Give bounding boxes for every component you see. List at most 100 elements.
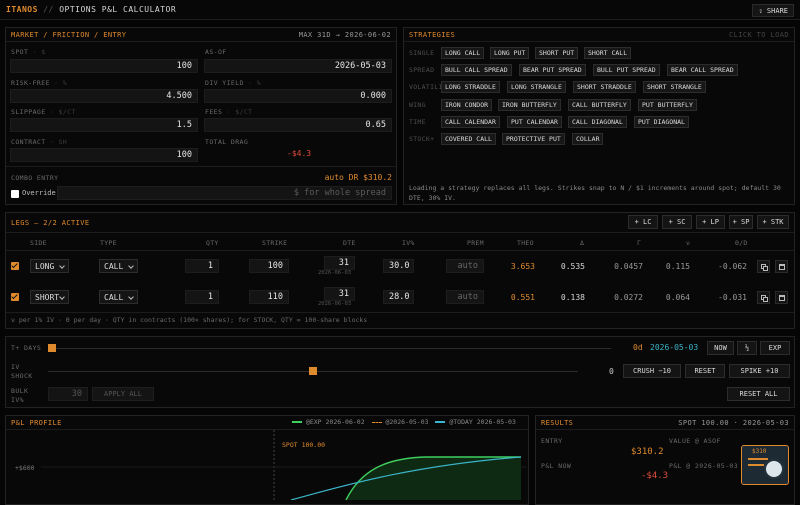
col-gamma: Γ <box>637 239 642 247</box>
results-widget-icon[interactable]: $310 <box>741 445 789 485</box>
half-button[interactable]: ½ <box>737 341 757 355</box>
strategy-chip[interactable]: CALL CALENDAR <box>441 116 500 128</box>
delete-leg-button[interactable] <box>775 291 788 304</box>
strategy-chip[interactable]: PUT DIAGONAL <box>634 116 689 128</box>
entry-label: ENTRY <box>541 437 563 445</box>
contract-input[interactable]: 100 <box>10 148 198 162</box>
reset-iv-button[interactable]: RESET <box>685 364 725 378</box>
copy-icon <box>763 297 768 302</box>
col-dte: DTE <box>343 239 356 247</box>
col-theo: THEO <box>517 239 534 247</box>
leg-side-select[interactable]: LONG <box>30 259 69 273</box>
override-input[interactable]: $ for whole spread <box>57 186 392 200</box>
combo-entry-value: auto DR $310.2 <box>324 173 392 182</box>
strategy-chip[interactable]: IRON BUTTERFLY <box>498 99 561 111</box>
legend-today: @TODAY 2026-05-03 <box>449 418 516 426</box>
days-slider-thumb[interactable] <box>48 344 56 352</box>
strategy-chip[interactable]: COLLAR <box>572 133 604 145</box>
leg-dte-input[interactable]: 31 <box>324 287 355 301</box>
strategy-chip[interactable]: PROTECTIVE PUT <box>502 133 565 145</box>
market-title: MARKET / FRICTION / ENTRY <box>11 31 127 39</box>
pnl-legend: @EXP 2026-06-02 @2026-05-03 @TODAY 2026-… <box>292 418 516 426</box>
apply-all-button[interactable]: APPLY ALL <box>92 387 154 401</box>
col-vega: ν <box>686 239 691 247</box>
col-strike: STRIKE <box>262 239 288 247</box>
leg-qty-input[interactable]: 1 <box>185 259 219 273</box>
strategy-chip[interactable]: BULL PUT SPREAD <box>593 64 660 76</box>
strategy-chip[interactable]: SHORT STRADDLE <box>573 81 636 93</box>
exp-button[interactable]: EXP <box>760 341 790 355</box>
results-spot: SPOT 100.00 · 2026-05-03 <box>678 419 789 427</box>
div-yield-input[interactable]: 0.000 <box>204 89 392 103</box>
bulk-iv-input[interactable]: 30 <box>48 387 88 401</box>
share-button[interactable]: ⇪ SHARE <box>752 4 794 17</box>
entry-value: $310.2 <box>631 447 664 457</box>
strategy-chip[interactable]: BULL CALL SPREAD <box>441 64 512 76</box>
add-leg-button[interactable]: + STK <box>757 215 789 229</box>
strategy-chip[interactable]: COVERED CALL <box>441 133 496 145</box>
strategy-chip[interactable]: CALL BUTTERFLY <box>568 99 631 111</box>
strategy-chip[interactable]: LONG STRADDLE <box>441 81 500 93</box>
leg-expiry-date: 2026-06-03 <box>318 270 352 276</box>
now-button[interactable]: NOW <box>707 341 734 355</box>
bulk-iv-label: BULK IV% <box>11 387 29 404</box>
days-slider-track[interactable] <box>48 348 611 349</box>
delete-leg-button[interactable] <box>775 260 788 273</box>
add-leg-button[interactable]: + SC <box>662 215 692 229</box>
fees-input[interactable]: 0.65 <box>204 118 392 132</box>
divider <box>6 312 794 313</box>
leg-dte-input[interactable]: 31 <box>324 256 355 270</box>
strategy-chip[interactable]: LONG STRANGLE <box>507 81 566 93</box>
asof-input[interactable]: 2026-05-03 <box>204 59 392 73</box>
spike-button[interactable]: SPIKE +10 <box>729 364 790 378</box>
strategy-chip[interactable]: PUT CALENDAR <box>507 116 562 128</box>
leg-theta: -0.031 <box>718 293 747 302</box>
strategy-chip[interactable]: BEAR PUT SPREAD <box>519 64 586 76</box>
duplicate-leg-button[interactable] <box>757 260 770 273</box>
leg-strike-input[interactable]: 110 <box>249 290 289 304</box>
add-leg-button[interactable]: + LC <box>628 215 658 229</box>
riskfree-input[interactable]: 4.500 <box>10 89 198 103</box>
strategy-group-label: VOLATILITY <box>409 83 441 91</box>
strategy-chip[interactable]: SHORT CALL <box>584 47 632 59</box>
strategy-chip[interactable]: PUT BUTTERFLY <box>638 99 697 111</box>
strategy-chip[interactable]: SHORT PUT <box>535 47 579 59</box>
strategy-chip[interactable]: LONG CALL <box>441 47 485 59</box>
leg-side-select[interactable]: SHORT <box>30 290 69 304</box>
strategy-chip[interactable]: SHORT STRANGLE <box>643 81 706 93</box>
leg-iv-input[interactable]: 28.0 <box>383 290 414 304</box>
strategy-chip[interactable]: BEAR CALL SPREAD <box>667 64 738 76</box>
trash-icon <box>779 295 785 301</box>
spot-input[interactable]: 100 <box>10 59 198 73</box>
reset-all-button[interactable]: RESET ALL <box>727 387 790 401</box>
strategy-chip[interactable]: IRON CONDOR <box>441 99 493 111</box>
leg-type-select[interactable]: CALL <box>99 290 138 304</box>
leg-active-checkbox[interactable] <box>11 262 19 270</box>
leg-prem-input[interactable]: auto <box>446 290 484 304</box>
leg-qty-input[interactable]: 1 <box>185 290 219 304</box>
leg-prem-input[interactable]: auto <box>446 259 484 273</box>
leg-theta: -0.062 <box>718 262 747 271</box>
pnl-title: P&L PROFILE <box>11 419 62 427</box>
trash-icon <box>779 264 785 270</box>
crush-button[interactable]: CRUSH −10 <box>623 364 681 378</box>
pnl-chart <box>41 430 526 500</box>
iv-slider-thumb[interactable] <box>309 367 317 375</box>
leg-type-select[interactable]: CALL <box>99 259 138 273</box>
override-checkbox[interactable] <box>11 190 19 198</box>
strategy-chip[interactable]: CALL DIAGONAL <box>568 116 627 128</box>
leg-iv-input[interactable]: 30.0 <box>383 259 414 273</box>
max-expiry: MAX 31D → 2026-06-02 <box>298 31 391 39</box>
col-side: SIDE <box>30 239 47 247</box>
leg-active-checkbox[interactable] <box>11 293 19 301</box>
add-leg-button[interactable]: + SP <box>729 215 753 229</box>
slippage-input[interactable]: 1.5 <box>10 118 198 132</box>
strategy-chip[interactable]: LONG PUT <box>490 47 530 59</box>
contract-label: CONTRACT · SH <box>11 138 68 146</box>
widget-badge: $310 <box>752 448 767 455</box>
leg-strike-input[interactable]: 100 <box>249 259 289 273</box>
add-leg-button[interactable]: + LP <box>696 215 725 229</box>
legend-exp: @EXP 2026-06-02 <box>305 418 365 426</box>
leg-delta: 0.138 <box>560 293 585 302</box>
duplicate-leg-button[interactable] <box>757 291 770 304</box>
